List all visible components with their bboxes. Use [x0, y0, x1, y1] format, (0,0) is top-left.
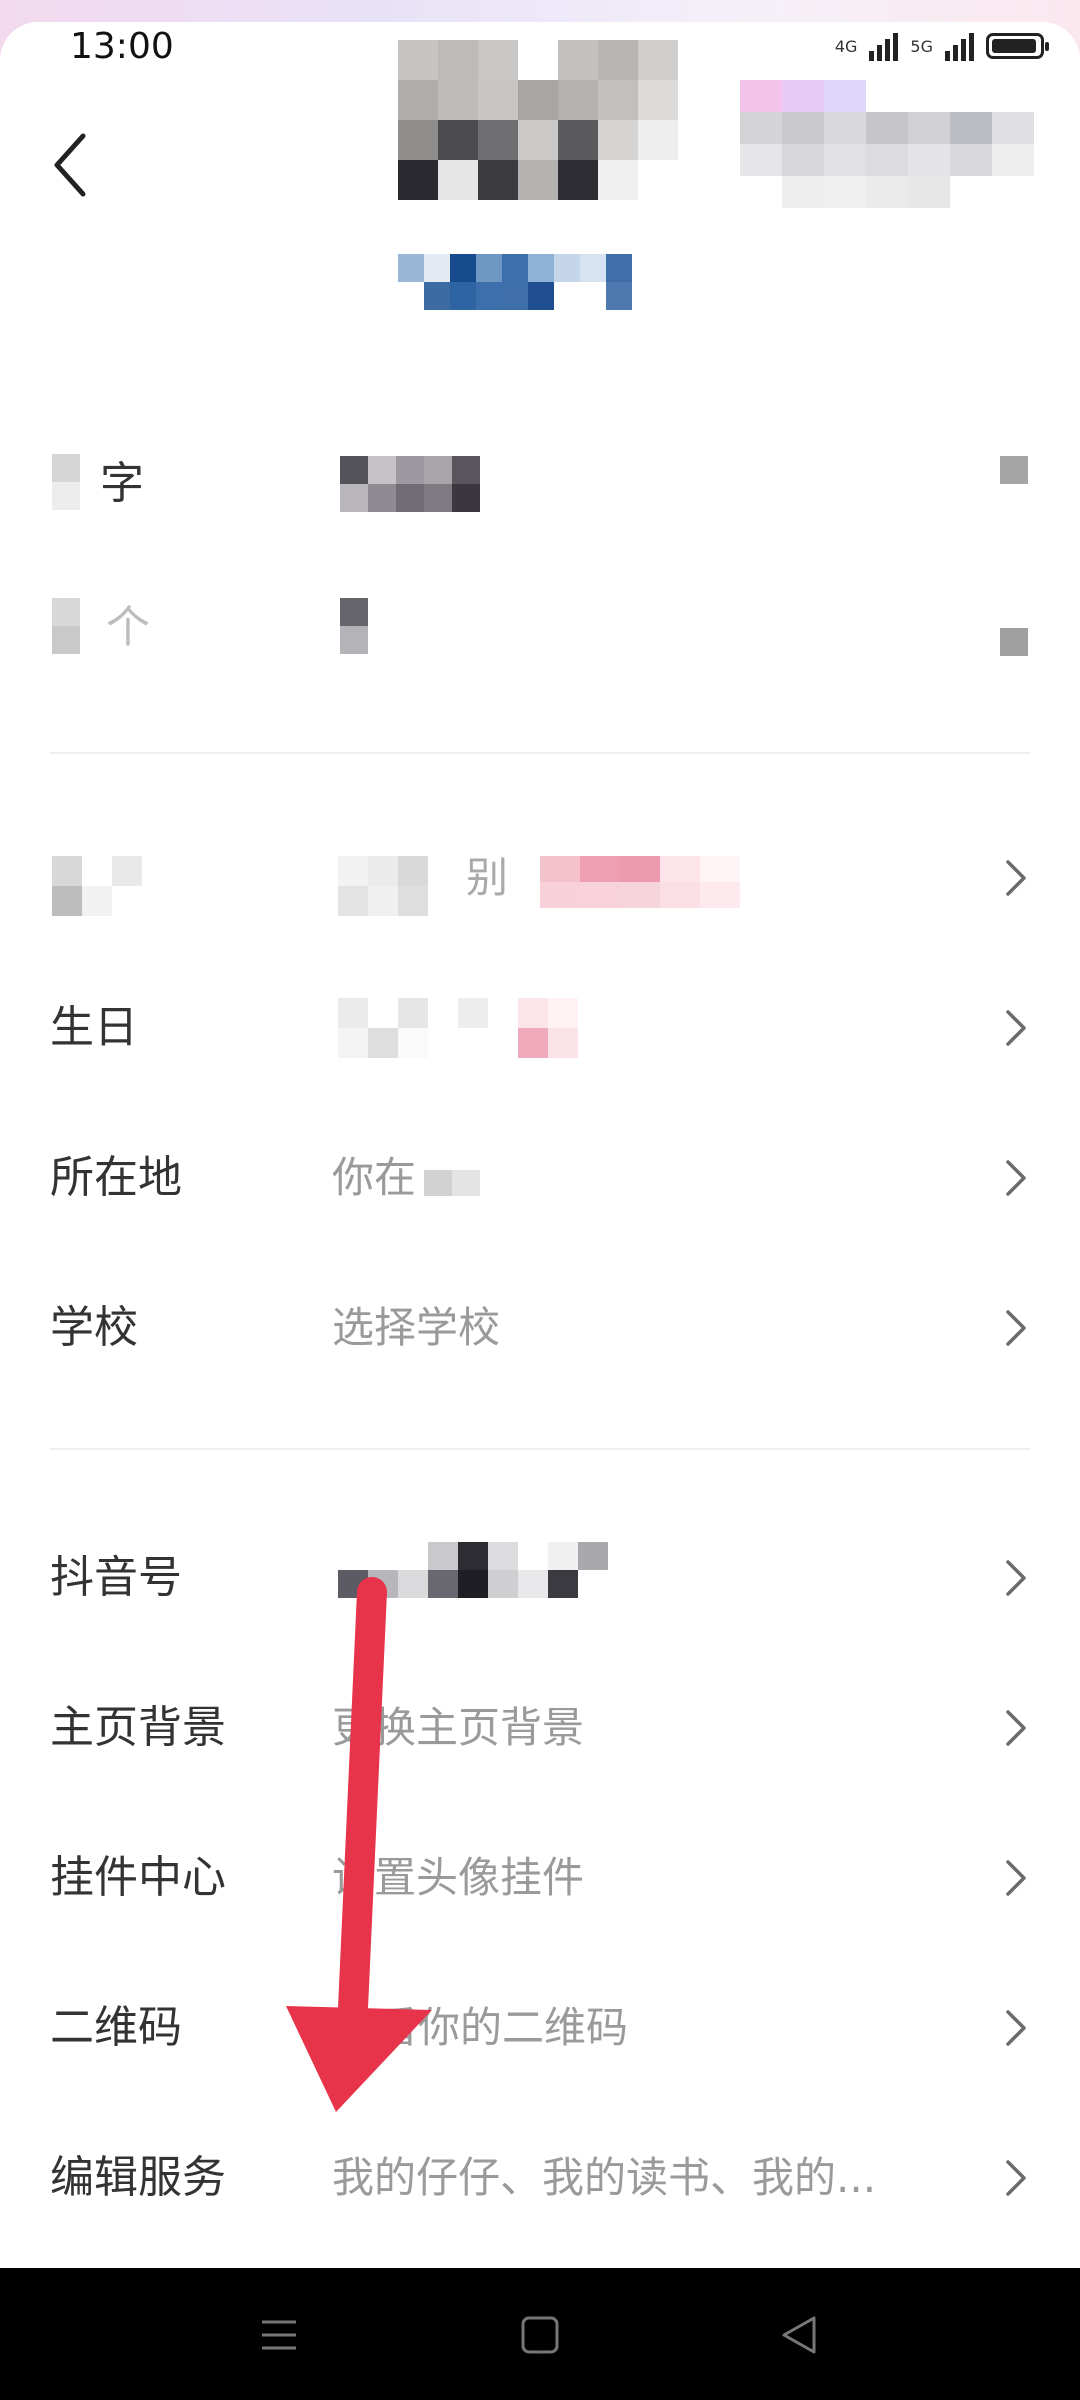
row-trailing-blur	[1000, 628, 1028, 656]
row-value: 更换主页背景	[332, 1703, 585, 1752]
row-value: 选择学校	[332, 1303, 501, 1352]
row-name[interactable]: 字	[0, 424, 1080, 544]
row-trailing-blur	[1000, 456, 1028, 484]
value-blur-prefix	[338, 856, 458, 916]
row-pendant-center[interactable]: 挂件中心 设置头像挂件	[0, 1818, 1080, 1938]
chevron-left-icon	[54, 133, 86, 197]
label-blur	[52, 856, 142, 916]
gender-tag-blur	[540, 856, 740, 908]
row-edit-services[interactable]: 编辑服务 我的仔仔、我的读书、我的...	[0, 2118, 1080, 2238]
row-value: 别	[466, 853, 509, 902]
row-value: 我的仔仔、我的读书、我的...	[332, 2153, 877, 2202]
chevron-right-icon	[1006, 1160, 1026, 1196]
row-qr-code[interactable]: 二维码 看你的二维码	[0, 1968, 1080, 2088]
row-value: 你在	[332, 1153, 417, 1202]
row-label: 所在地	[50, 1152, 182, 1203]
chevron-right-icon	[1006, 1010, 1026, 1046]
row-homepage-background[interactable]: 主页背景 更换主页背景	[0, 1668, 1080, 1788]
row-douyin-id[interactable]: 抖音号	[0, 1518, 1080, 1638]
row-value: 设置头像挂件	[332, 1853, 585, 1902]
menu-icon[interactable]	[252, 2308, 306, 2362]
row-label: 生日	[50, 1002, 138, 1053]
back-button[interactable]	[40, 120, 100, 210]
status-time: 13:00	[70, 26, 174, 67]
chevron-right-icon	[1006, 1560, 1026, 1596]
signal-icon-2	[945, 31, 974, 61]
chevron-right-icon	[1006, 2160, 1026, 2196]
row-value: 看你的二维码	[376, 2003, 629, 2052]
row-school[interactable]: 学校 选择学校	[0, 1268, 1080, 1388]
battery-icon	[986, 33, 1049, 59]
home-icon[interactable]	[513, 2308, 567, 2362]
chevron-right-icon	[1006, 1310, 1026, 1346]
status-icons: 4G 5G	[834, 28, 1049, 64]
chevron-right-icon	[1006, 860, 1026, 896]
row-label: 学校	[50, 1302, 138, 1353]
label-blur-prefix	[52, 454, 80, 510]
network-label-4g: 4G	[834, 36, 858, 56]
chevron-right-icon	[1006, 1710, 1026, 1746]
row-gender[interactable]: 别	[0, 818, 1080, 938]
chevron-right-icon	[1006, 2010, 1026, 2046]
section-divider	[50, 1448, 1030, 1450]
row-label: 二维码	[50, 2002, 182, 2053]
name-value-blur	[340, 456, 508, 512]
row-label: 抖音号	[50, 1552, 182, 1603]
row-label: 个	[106, 602, 150, 653]
avatar[interactable]	[398, 40, 678, 200]
location-value-blur	[424, 1170, 480, 1196]
row-birthday[interactable]: 生日	[0, 968, 1080, 1088]
nickname-display	[398, 254, 658, 310]
back-triangle-icon[interactable]	[772, 2308, 826, 2362]
label-blur-prefix	[52, 598, 80, 654]
signal-icon	[869, 31, 899, 61]
bio-value-blur	[340, 598, 368, 654]
row-bio[interactable]: 个	[0, 568, 1080, 688]
birthday-value-blur	[338, 998, 578, 1058]
row-location[interactable]: 所在地 你在	[0, 1118, 1080, 1238]
section-divider	[50, 752, 1030, 754]
row-label: 字	[100, 458, 144, 509]
header-badge	[740, 80, 1034, 208]
row-label: 主页背景	[50, 1702, 226, 1753]
row-label: 挂件中心	[50, 1852, 226, 1903]
chevron-right-icon	[1006, 1860, 1026, 1896]
system-navigation-bar	[0, 2268, 1080, 2400]
row-label: 编辑服务	[50, 2152, 226, 2203]
network-label-5g: 5G	[910, 36, 933, 56]
douyin-id-value-blur	[338, 1542, 608, 1598]
